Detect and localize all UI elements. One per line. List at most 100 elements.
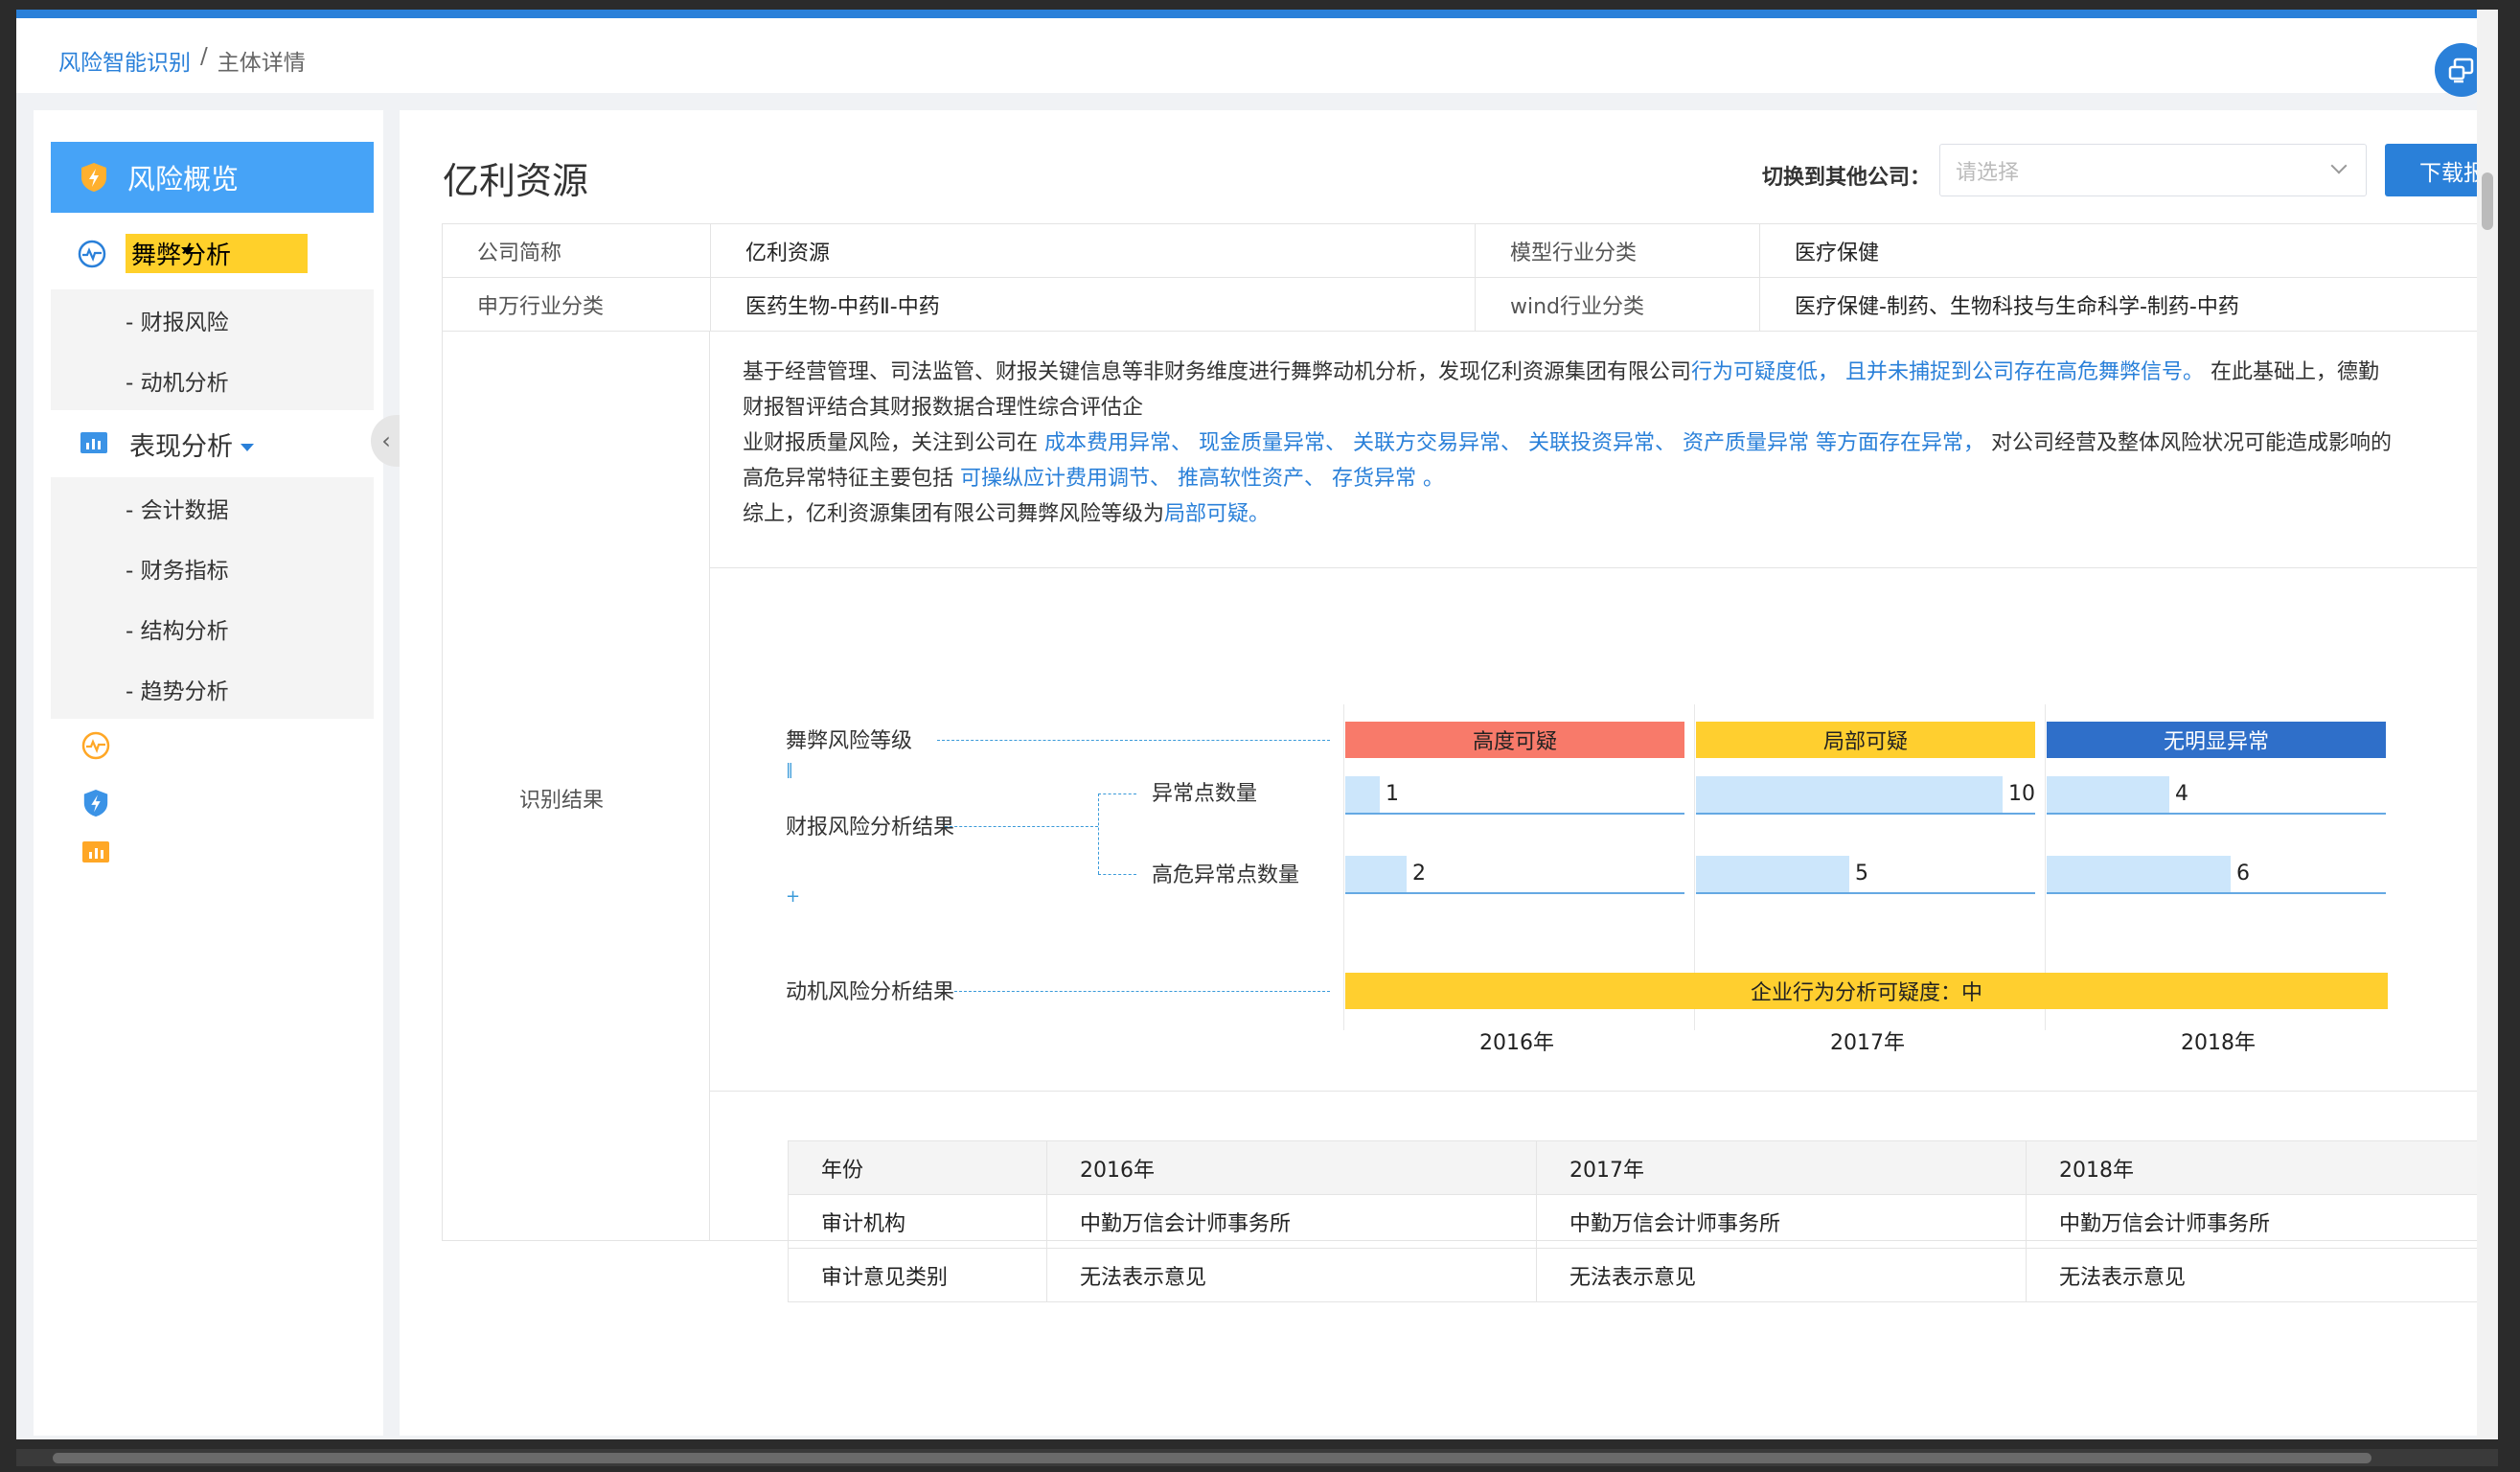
bar-fill <box>2047 856 2231 892</box>
company-select[interactable]: 请选择 <box>1939 144 2367 196</box>
bar-fill <box>1696 776 2003 813</box>
year-label: 2018年 <box>2181 1031 2256 1055</box>
table-cell: 无法表示意见 <box>1046 1248 1537 1302</box>
sidebar-item-performance-analysis[interactable]: 表现分析 <box>51 415 405 472</box>
main-content: 亿利资源 切换到其他公司： 请选择 下载报告 公司简称 亿利资源 模型行业分类 … <box>400 110 2498 1436</box>
desc-highlight: 。 <box>1249 502 1271 526</box>
sidebar-item-report-risk[interactable]: - 财报风险 <box>51 289 374 350</box>
table-header-row: 年份 2016年 2017年 2018年 <box>788 1140 2498 1195</box>
desc-text: 综上，亿利资源集团有限公司舞弊风险等级为 <box>743 502 1165 526</box>
sidebar-item-risk-overview[interactable]: 风险概览 <box>51 142 374 213</box>
expand-toggle[interactable]: + <box>786 886 800 907</box>
year-label: 2017年 <box>1830 1031 1905 1055</box>
bar-value-label: 4 <box>2175 782 2188 806</box>
desc-line-2: 财报智评结合其财报数据合理性综合评估企 <box>743 396 1144 420</box>
connector-line <box>1098 794 1099 874</box>
fraud-submenu: - 财报风险 - 动机分析 <box>51 289 374 410</box>
desc-line-5: 综上，亿利资源集团有限公司舞弊风险等级为局部可疑。 <box>743 496 2498 532</box>
switch-company-label: 切换到其他公司： <box>1762 166 1932 190</box>
table-row: 审计意见类别 无法表示意见 无法表示意见 无法表示意见 <box>788 1248 2498 1302</box>
pulse-monitor-icon <box>78 240 106 267</box>
bar-value-label: 5 <box>1855 862 1868 886</box>
desc-line-1: 基于经营管理、司法监管、财报关键信息等非财务维度进行舞弊动机分析，发现亿利资源集… <box>743 355 2498 390</box>
result-label-cell: 识别结果 <box>442 331 710 1241</box>
divider <box>709 1091 2498 1092</box>
abnormal-count-bar: 10 <box>1696 776 2035 815</box>
fraud-level-bar: 高度可疑 <box>1345 722 1684 758</box>
sidebar-item-structure-analysis[interactable]: - 结构分析 <box>51 598 374 658</box>
high-risk-count-bar: 6 <box>2047 856 2386 894</box>
connector-line <box>937 740 1330 741</box>
company-info-table: 公司简称 亿利资源 模型行业分类 医疗保健 申万行业分类 医药生物-中药Ⅱ-中药… <box>442 223 2498 332</box>
bar-value-label: 10 <box>2008 782 2035 806</box>
bar-fill <box>2047 776 2169 813</box>
desc-text: 基于经营管理、司法监管、财报关键信息等非财务维度进行舞弊动机分析，发现亿利资源集… <box>743 360 1692 384</box>
chevron-down-icon <box>2330 157 2348 174</box>
desc-highlight: 局部可疑 <box>1164 502 1249 526</box>
switch-window-icon <box>2448 58 2474 83</box>
column-header: 2017年 <box>1536 1140 2027 1195</box>
chevron-left-icon: ‹ <box>381 427 391 454</box>
desc-highlight: 且并未捕捉到公司存在高危舞弊信号。 <box>1845 360 2205 384</box>
result-description: 基于经营管理、司法监管、财报关键信息等非财务维度进行舞弊动机分析，发现亿利资源集… <box>743 355 2498 532</box>
desc-text: 对公司经营及整体风险状况可能造成影响的 <box>1984 431 2392 455</box>
audit-table: 年份 2016年 2017年 2018年 审计机构 中勤万信会计师事务所 中勤万… <box>788 1140 2498 1302</box>
collapse-toggle[interactable]: ‖ <box>786 760 793 778</box>
sidebar-item-accounting-data[interactable]: - 会计数据 <box>51 477 374 538</box>
bar-value-label: 1 <box>1386 782 1399 806</box>
horizontal-scrollbar[interactable] <box>16 1449 2498 1466</box>
sidebar-item-label: 舞弊分析 <box>126 234 309 273</box>
fraud-label-text: 舞弊分析 <box>131 242 232 270</box>
short-name-key: 公司简称 <box>442 223 711 278</box>
sidebar-item-motive-analysis[interactable]: - 动机分析 <box>51 350 374 410</box>
abnormal-count-bar: 4 <box>2047 776 2386 815</box>
column-header: 年份 <box>788 1140 1047 1195</box>
model-industry-key: 模型行业分类 <box>1475 223 1760 278</box>
table-cell: 无法表示意见 <box>2026 1248 2498 1302</box>
desc-text: 高危异常特征主要包括 <box>743 467 954 491</box>
report-risk-label: 财报风险分析结果 <box>786 816 955 840</box>
wind-industry-value: 医疗保健-制药、生物科技与生命科学-制药-中药 <box>1759 277 2498 332</box>
sidebar-item-fraud-analysis[interactable]: 舞弊分析 <box>51 227 374 280</box>
column-header: 2018年 <box>2026 1140 2498 1195</box>
desc-highlight: 可操纵应计费用调节、 推高软性资产、 存货异常 。 <box>960 467 1444 491</box>
breadcrumb-root-link[interactable]: 风险智能识别 <box>58 44 191 77</box>
app-window: 风险智能识别 / 主体详情 风险概览 舞弊分析 - 财报风险 - 动机分析 表现… <box>16 10 2498 1439</box>
perf-label-text: 表现分析 <box>129 431 233 462</box>
connector-line <box>954 991 1330 992</box>
short-name-value: 亿利资源 <box>710 223 1476 278</box>
high-risk-count-label: 高危异常点数量 <box>1152 863 1300 887</box>
column-header: 2016年 <box>1046 1140 1537 1195</box>
high-risk-count-bar: 5 <box>1696 856 2035 894</box>
desc-line-4: 高危异常特征主要包括 可操纵应计费用调节、 推高软性资产、 存货异常 。 <box>743 461 2498 496</box>
high-risk-count-bar: 2 <box>1345 856 1684 894</box>
vertical-scrollbar[interactable] <box>2477 10 2498 1439</box>
pulse-orange-icon[interactable] <box>81 731 110 760</box>
chart-orange-icon[interactable] <box>81 839 110 867</box>
table-cell: 中勤万信会计师事务所 <box>1046 1194 1537 1249</box>
table-cell: 中勤万信会计师事务所 <box>2026 1194 2498 1249</box>
bar-fill <box>1345 856 1407 892</box>
page-title: 亿利资源 <box>443 160 589 202</box>
motive-result-bar: 企业行为分析可疑度：中 <box>1345 973 2388 1009</box>
row-label: 审计意见类别 <box>788 1248 1047 1302</box>
sidebar-item-financial-indicators[interactable]: - 财务指标 <box>51 538 374 598</box>
scrollbar-thumb[interactable] <box>53 1453 2371 1463</box>
result-label: 识别结果 <box>519 789 605 813</box>
result-area: 基于经营管理、司法监管、财报关键信息等非财务维度进行舞弊动机分析，发现亿利资源集… <box>709 331 2498 1302</box>
desc-text: 业财报质量风险，关注到公司在 <box>743 431 1039 455</box>
motive-risk-label: 动机风险分析结果 <box>786 980 955 1004</box>
shield-lightning-icon <box>81 163 106 192</box>
year-label: 2016年 <box>1479 1031 1554 1055</box>
desc-highlight: 行为可疑度低， <box>1691 360 1840 384</box>
scrollbar-thumb[interactable] <box>2482 172 2493 230</box>
wind-industry-key: wind行业分类 <box>1475 277 1760 332</box>
sw-industry-key: 申万行业分类 <box>442 277 711 332</box>
sidebar-item-trend-analysis[interactable]: - 趋势分析 <box>51 658 374 719</box>
shield-blue-icon[interactable] <box>81 789 110 817</box>
bar-value-label: 6 <box>2236 862 2250 886</box>
select-placeholder: 请选择 <box>1956 160 2020 185</box>
bar-fill <box>1345 776 1380 813</box>
breadcrumb: 风险智能识别 / 主体详情 <box>58 44 306 77</box>
breadcrumb-separator: / <box>200 44 208 69</box>
